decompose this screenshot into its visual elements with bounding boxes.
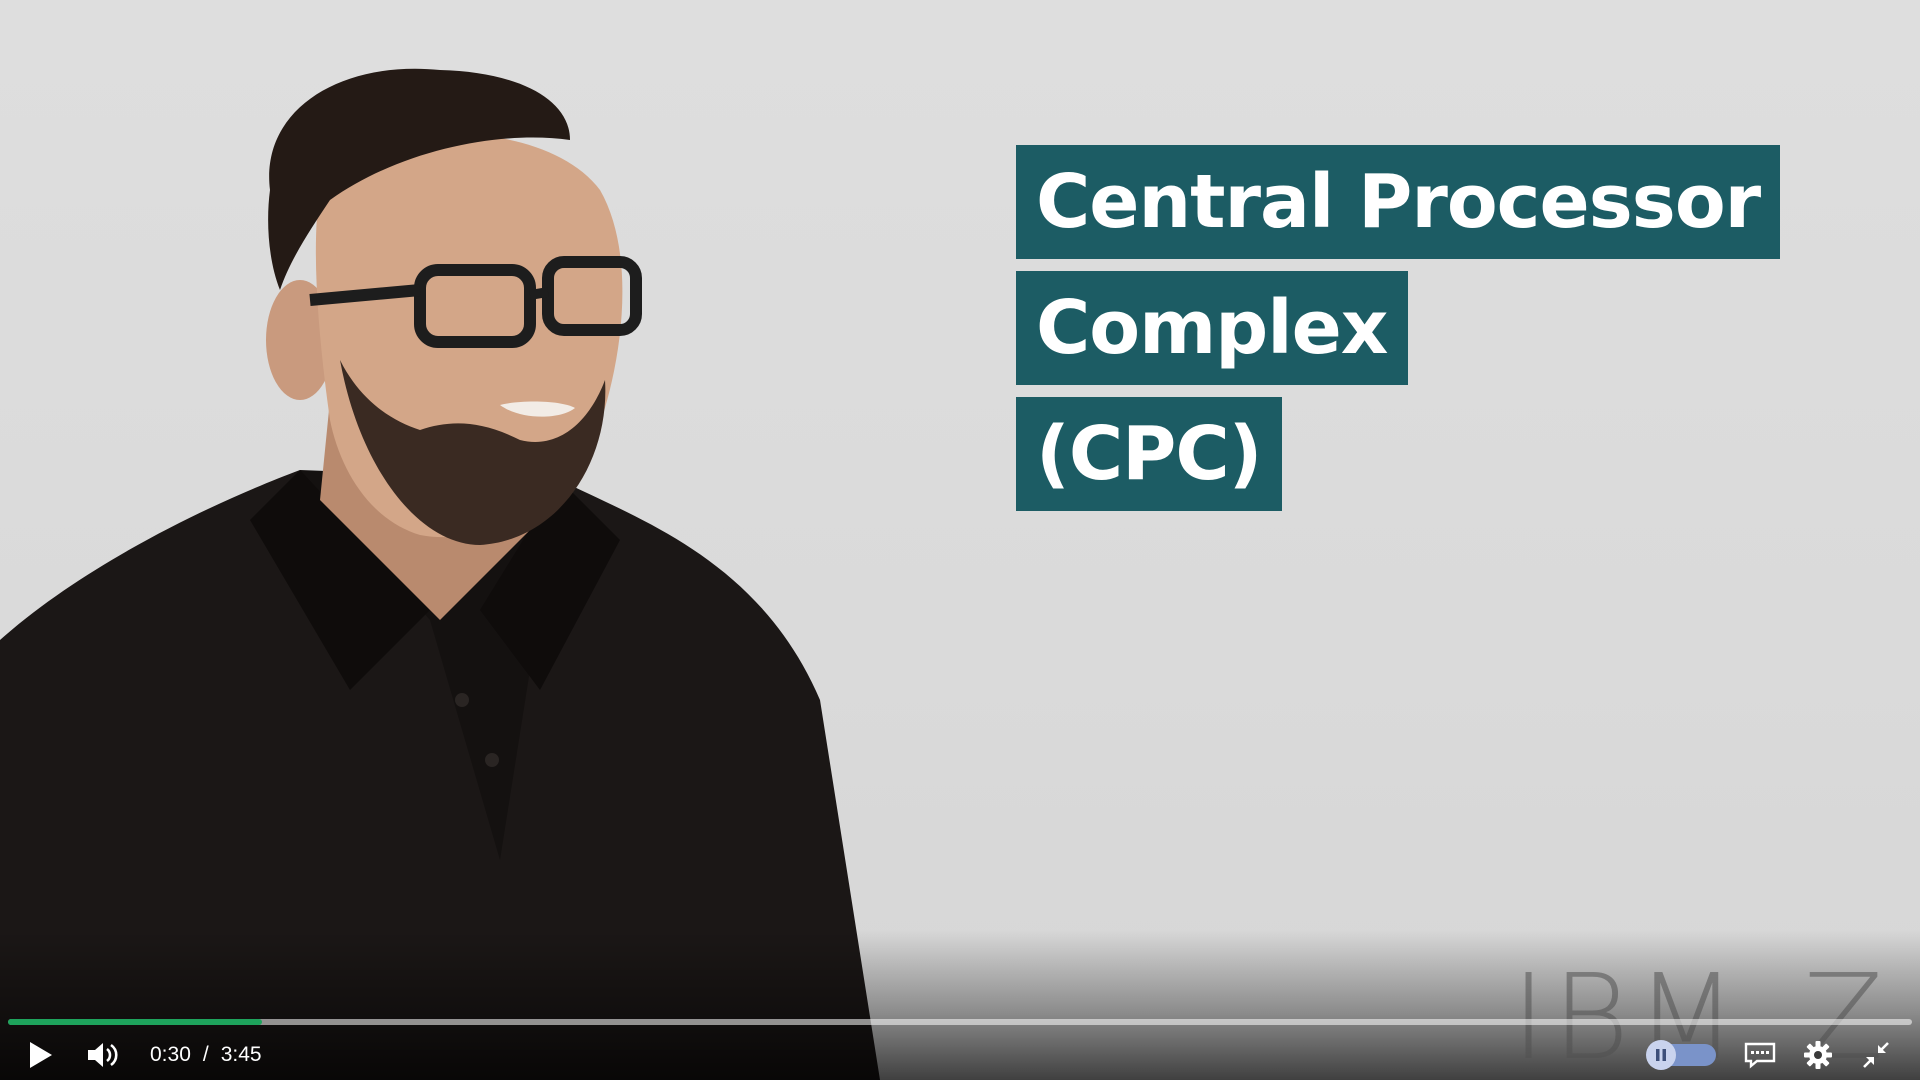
exit-fullscreen-icon [1863, 1042, 1889, 1068]
title-overlay: Central Processor Complex (CPC) [1016, 145, 1781, 523]
pause-icon [1656, 1049, 1666, 1061]
title-line-1: Central Processor [1016, 145, 1781, 259]
seek-bar-played [8, 1019, 262, 1025]
video-player[interactable]: Central Processor Complex (CPC) IBM Z 0:3… [0, 0, 1920, 1080]
title-line-3: (CPC) [1016, 397, 1282, 511]
presenter-image [0, 68, 880, 1080]
seek-bar[interactable] [8, 1019, 1912, 1025]
settings-button[interactable] [1798, 1030, 1838, 1080]
play-icon [30, 1042, 52, 1068]
toggle-knob [1646, 1040, 1676, 1070]
play-button[interactable] [18, 1030, 62, 1080]
exit-fullscreen-button[interactable] [1856, 1030, 1896, 1080]
autoplay-toggle[interactable] [1646, 1040, 1716, 1070]
duration: 3:45 [220, 1043, 262, 1066]
time-separator: / [202, 1043, 209, 1066]
volume-icon [88, 1043, 118, 1067]
captions-button[interactable] [1738, 1030, 1782, 1080]
time-display: 0:30 / 3:45 [150, 1030, 262, 1080]
captions-icon [1744, 1042, 1776, 1069]
title-line-2: Complex [1016, 271, 1408, 385]
gear-icon [1804, 1041, 1832, 1069]
current-time: 0:30 [150, 1043, 191, 1066]
control-bar: 0:30 / 3:45 [0, 1030, 1920, 1080]
volume-button[interactable] [78, 1030, 128, 1080]
